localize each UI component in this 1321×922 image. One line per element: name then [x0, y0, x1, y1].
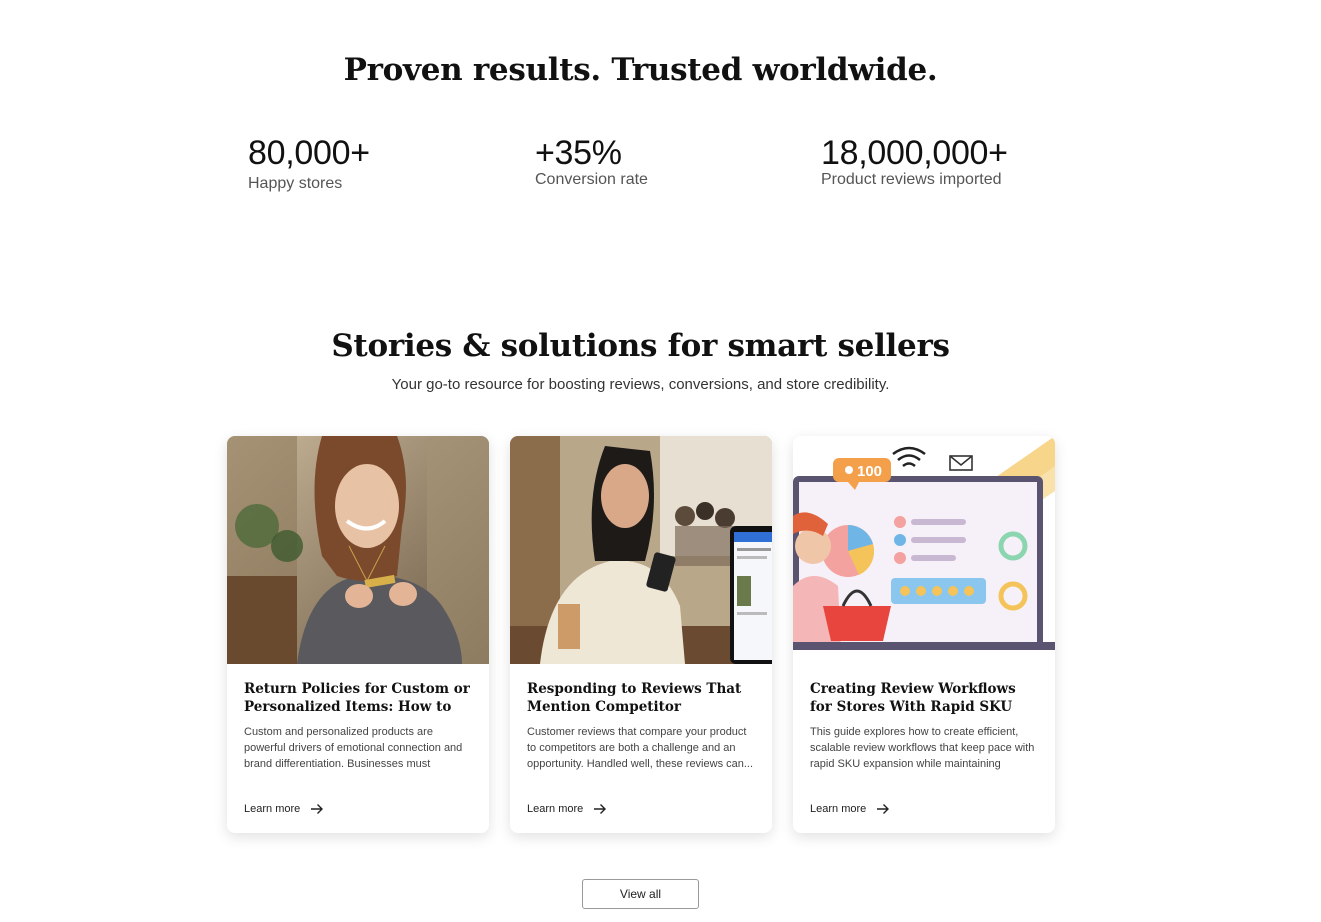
article-card-return-policies[interactable]: Return Policies for Custom or Personaliz…: [227, 436, 489, 833]
learn-more-link[interactable]: Learn more: [244, 803, 324, 815]
arrow-right-icon: [877, 804, 890, 814]
stories-heading: Stories & solutions for smart sellers: [331, 328, 950, 364]
article-card-competitor-reviews[interactable]: Responding to Reviews That Mention Compe…: [510, 436, 772, 833]
stat-label: Product reviews imported: [821, 171, 1002, 188]
view-all-button[interactable]: View all: [582, 879, 699, 909]
stat-reviews-imported: 18,000,000+ Product reviews imported: [821, 134, 1008, 189]
article-card-review-workflows[interactable]: 100 Creating Review Workflows for Stores…: [793, 436, 1055, 833]
stat-label: Conversion rate: [535, 171, 648, 188]
arrow-right-icon: [594, 804, 607, 814]
results-heading: Proven results. Trusted worldwide.: [343, 52, 938, 88]
card-title[interactable]: Responding to Reviews That Mention Compe…: [527, 680, 755, 716]
stat-value: 80,000+: [248, 134, 370, 172]
card-description: Custom and personalized products are pow…: [244, 726, 463, 770]
learn-more-link[interactable]: Learn more: [810, 803, 890, 815]
learn-more-link[interactable]: Learn more: [527, 803, 607, 815]
card-title[interactable]: Creating Review Workflows for Stores Wit…: [810, 680, 1038, 716]
stat-happy-stores: 80,000+ Happy stores: [248, 134, 370, 193]
woman-phone-cafe-photo: [510, 436, 772, 664]
card-description: Customer reviews that compare your produ…: [527, 726, 754, 770]
stat-value: +35%: [535, 134, 622, 172]
badge-count: 100: [857, 463, 882, 480]
stat-conversion-rate: +35% Conversion rate: [535, 134, 648, 189]
learn-more-label: Learn more: [244, 803, 301, 815]
review-dashboard-illustration: 100: [793, 436, 1055, 664]
stat-value: 18,000,000+: [821, 134, 1008, 172]
learn-more-label: Learn more: [810, 803, 867, 815]
learn-more-label: Learn more: [527, 803, 584, 815]
arrow-right-icon: [311, 804, 324, 814]
card-description: This guide explores how to create effici…: [810, 726, 1035, 770]
stories-subheading: Your go-to resource for boosting reviews…: [391, 376, 890, 393]
stat-label: Happy stores: [248, 175, 343, 192]
woman-necklace-photo: [227, 436, 489, 664]
card-title[interactable]: Return Policies for Custom or Personaliz…: [244, 680, 472, 716]
